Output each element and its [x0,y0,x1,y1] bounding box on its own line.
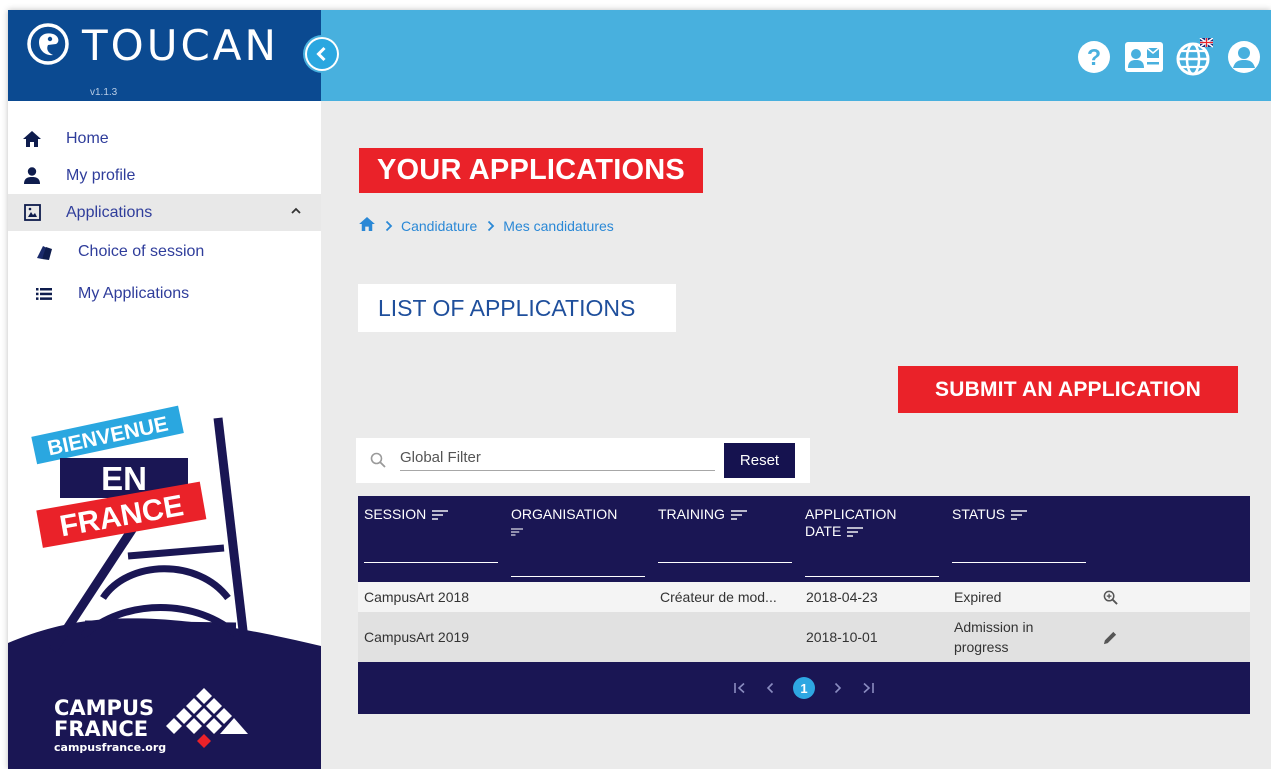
search-icon [370,452,386,468]
cell-session: CampusArt 2019 [364,629,470,645]
previous-page-icon[interactable] [765,682,775,694]
bienvenue-en-france-poster: BIENVENUE EN FRANCE CAMPUS FRANCE campus… [8,405,321,769]
sidebar-item-my-applications[interactable]: My Applications [8,273,321,315]
campus-france-url: campusfrance.org [54,741,166,754]
column-header-organisation[interactable]: ORGANISATION [511,506,636,540]
table-header: SESSION ORGANISATION TRAINING APPLICATIO… [358,496,1250,582]
brand-header: TOUCAN v1.1.3 [8,10,321,101]
next-page-icon[interactable] [833,682,843,694]
cell-application-date: 2018-04-23 [806,589,878,605]
contact-card-icon [1125,42,1163,72]
campus-france-logo-line-2: FRANCE [54,717,148,741]
first-page-icon[interactable] [733,682,747,694]
cell-session: CampusArt 2018 [364,589,470,605]
global-filter-bar: Reset [356,438,810,483]
breadcrumb: Candidature Mes candidatures [359,217,614,234]
language-button[interactable] [1175,38,1213,76]
sort-icon [511,528,523,536]
sidebar-item-home[interactable]: Home [8,120,321,157]
globe-icon [1176,38,1213,76]
top-bar: ? [303,10,1271,101]
cell-status: Expired [954,589,1002,605]
poster-line-2: EN [101,460,147,497]
sort-icon [432,510,449,520]
app-window: TOUCAN v1.1.3 Home My profile Applicatio… [8,10,1271,769]
home-icon [22,129,42,149]
brand-version: v1.1.3 [90,87,118,98]
chevron-right-icon [487,220,495,232]
zoom-icon[interactable] [1103,582,1118,612]
breadcrumb-item-mes-candidatures[interactable]: Mes candidatures [503,218,614,234]
toucan-logo-icon [27,23,69,65]
top-bar-actions: ? [1075,38,1263,76]
chevron-left-icon [305,37,339,71]
cell-training: Créateur de mod... [660,589,777,605]
column-header-status[interactable]: STATUS [952,506,1028,523]
column-filter-line[interactable] [805,576,939,577]
sidebar-item-label: My Applications [78,285,190,302]
sidebar-item-applications[interactable]: Applications [8,194,321,231]
cell-application-date: 2018-10-01 [806,629,878,645]
user-icon [22,166,42,186]
sidebar-nav: Home My profile Applications Choice of s… [8,120,321,315]
column-filter-line[interactable] [658,562,792,563]
column-header-application-date[interactable]: APPLICATION DATE [805,506,915,540]
poster-line-1: BIENVENUE [46,412,171,460]
help-icon: ? [1078,41,1110,73]
user-account-icon [1228,41,1260,73]
applications-icon [22,203,42,223]
help-button[interactable]: ? [1075,38,1113,76]
brand-title: TOUCAN [82,21,279,70]
sort-icon [730,510,747,520]
sidebar-item-label: Home [66,129,109,147]
sidebar-item-label: My profile [66,166,136,184]
table-paginator: 1 [358,662,1250,714]
table-row[interactable]: CampusArt 2019 2018-10-01 Admission in p… [358,612,1250,662]
svg-text:?: ? [1087,44,1101,70]
global-filter-input[interactable] [400,445,715,471]
cell-status: Admission in progress [954,619,1034,655]
page-number-button[interactable]: 1 [793,677,815,699]
last-page-icon[interactable] [861,682,875,694]
table-row[interactable]: CampusArt 2018 Créateur de mod... 2018-0… [358,582,1250,612]
pencil-icon[interactable] [1103,612,1118,662]
chevron-right-icon [385,220,393,232]
sidebar-item-choice-of-session[interactable]: Choice of session [8,231,321,273]
sort-icon [1011,510,1028,520]
page-title: YOUR APPLICATIONS [359,148,703,193]
column-filter-line[interactable] [511,576,645,577]
section-title: LIST OF APPLICATIONS [358,284,676,332]
column-header-session[interactable]: SESSION [364,506,449,523]
contact-card-button[interactable] [1125,38,1163,76]
applications-table: SESSION ORGANISATION TRAINING APPLICATIO… [358,496,1250,714]
sort-icon [847,527,864,537]
column-header-training[interactable]: TRAINING [658,506,747,523]
collapse-sidebar-button[interactable] [303,35,341,73]
column-filter-line[interactable] [364,562,498,563]
reset-button[interactable]: Reset [724,443,795,478]
sidebar-item-profile[interactable]: My profile [8,157,321,194]
user-account-button[interactable] [1225,38,1263,76]
submit-application-button[interactable]: SUBMIT AN APPLICATION [898,366,1238,413]
cards-icon [34,242,54,262]
list-icon [34,284,54,304]
column-filter-line[interactable] [952,562,1086,563]
sidebar-item-label: Choice of session [78,243,205,260]
chevron-up-icon[interactable] [289,204,303,218]
sidebar-item-label: Applications [66,203,153,221]
sidebar: TOUCAN v1.1.3 Home My profile Applicatio… [8,10,321,769]
breadcrumb-item-candidature[interactable]: Candidature [401,218,477,234]
breadcrumb-home-icon[interactable] [359,217,375,234]
